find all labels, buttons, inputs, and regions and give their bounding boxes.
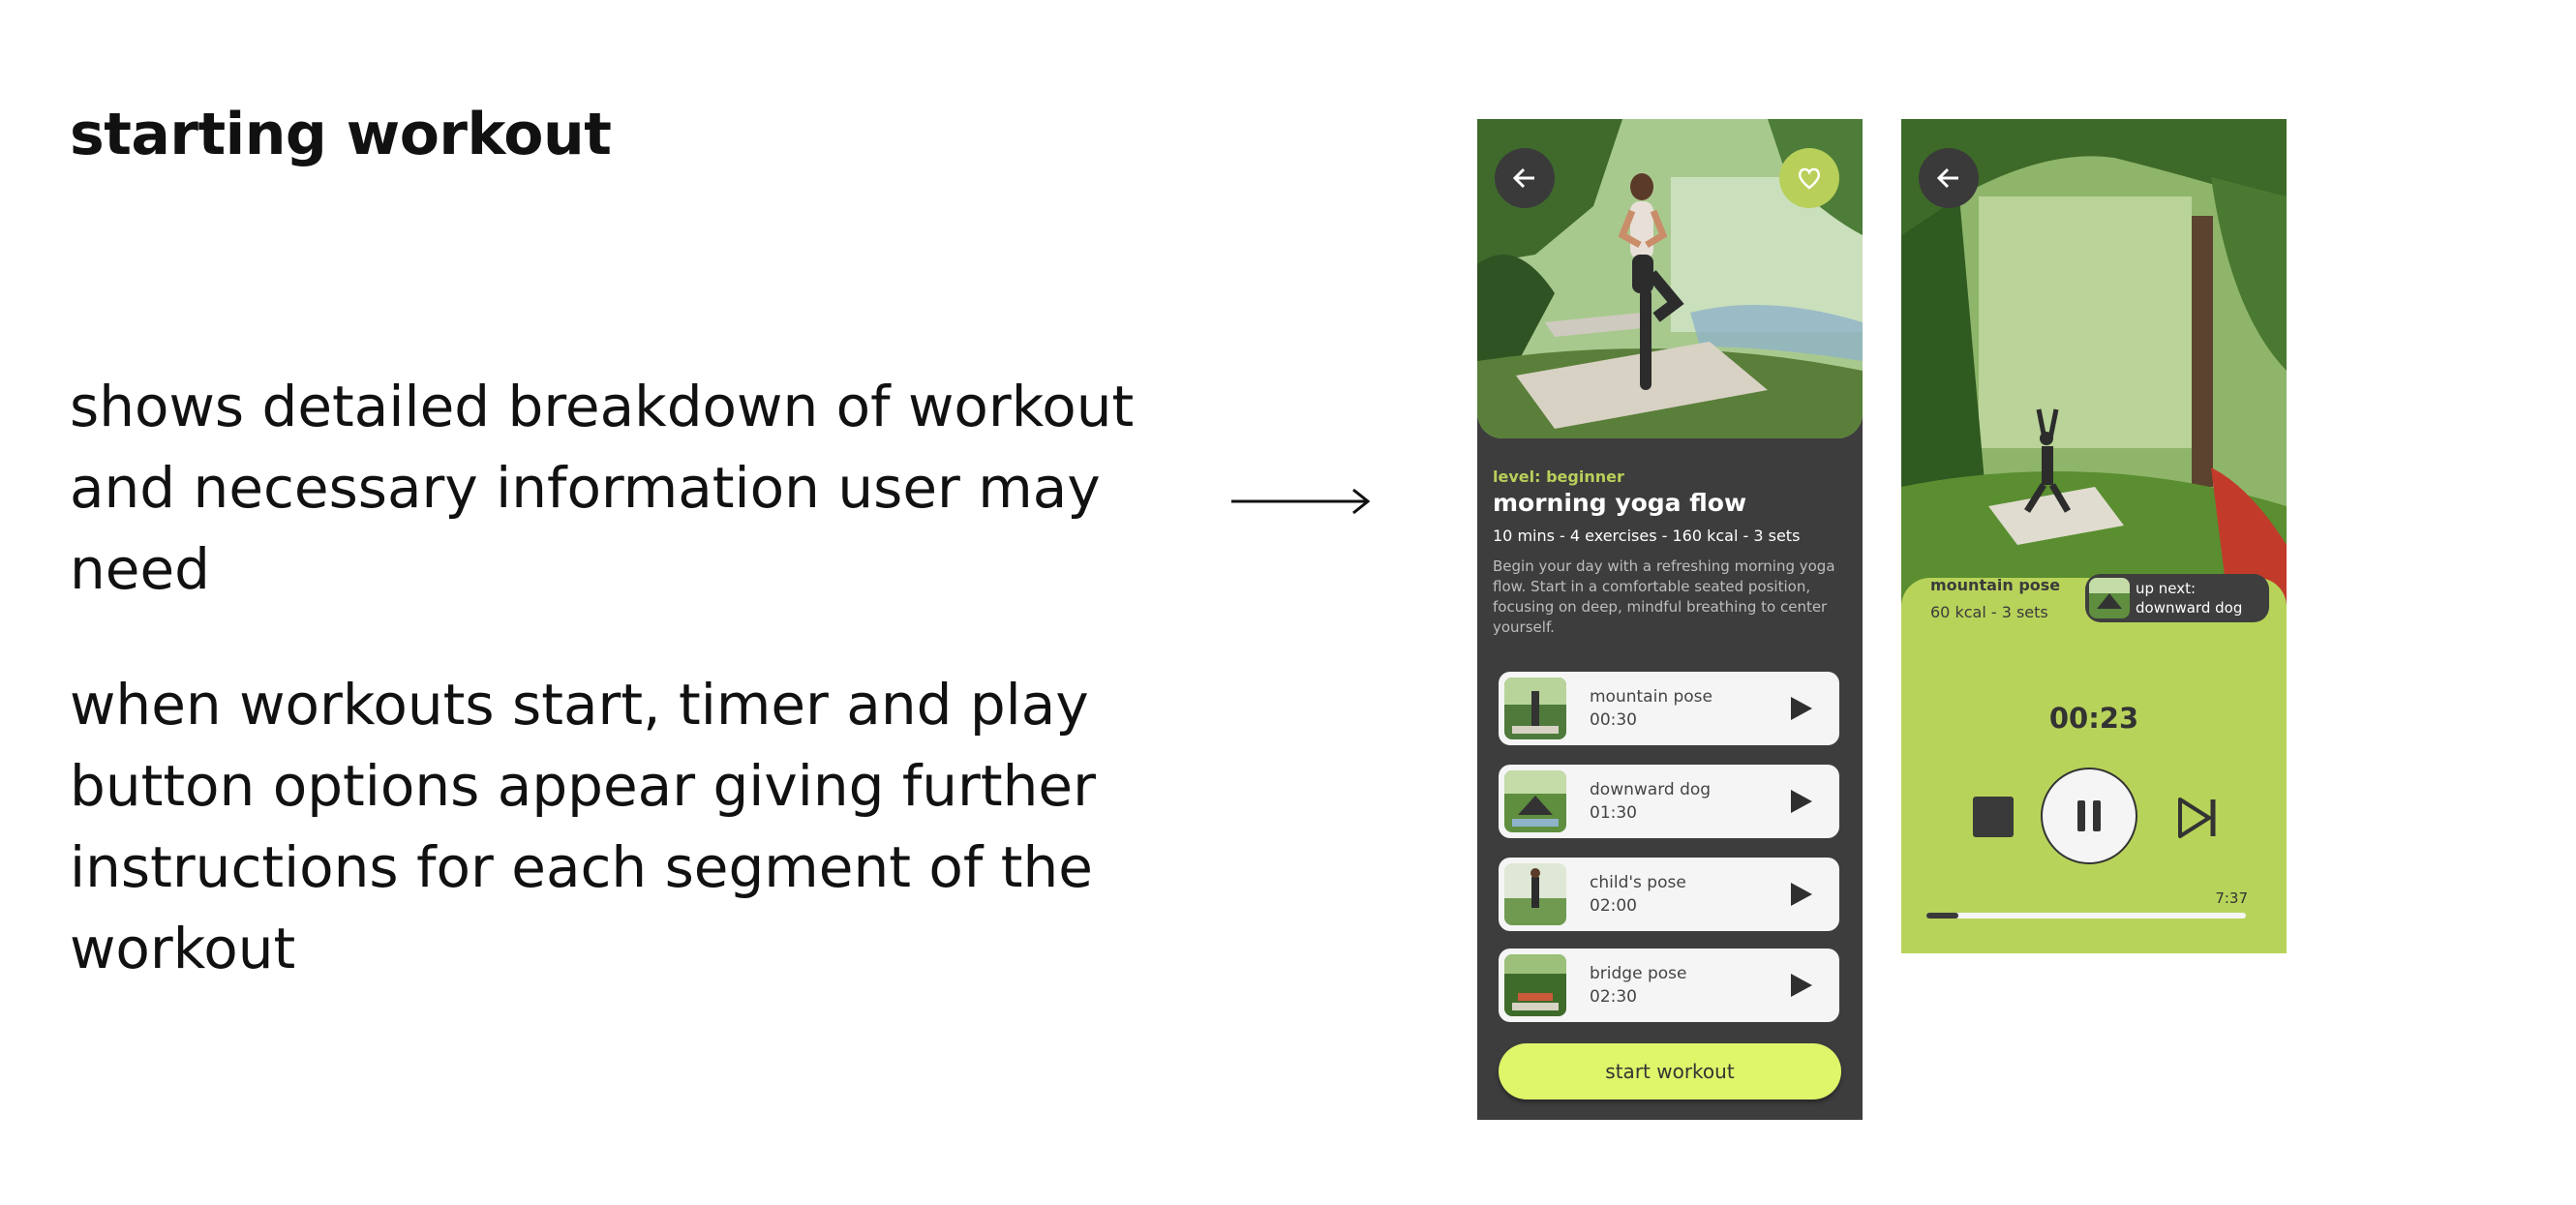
- back-button[interactable]: [1919, 148, 1979, 208]
- exercise-thumbnail: [1504, 678, 1566, 739]
- skip-next-icon[interactable]: [2176, 797, 2219, 839]
- exercise-name: child's pose: [1590, 873, 1686, 892]
- back-button[interactable]: [1495, 148, 1555, 208]
- exercise-item[interactable]: mountain pose 00:30: [1499, 672, 1839, 745]
- exercise-thumbnail: [1504, 863, 1566, 925]
- up-next-thumbnail: [2089, 578, 2130, 618]
- exercise-thumbnail: [1504, 770, 1566, 832]
- exercise-duration: 02:30: [1590, 987, 1637, 1007]
- play-icon[interactable]: [1787, 881, 1814, 908]
- progress-fill: [1926, 913, 1958, 919]
- flow-arrow-icon: [1231, 488, 1371, 515]
- play-icon[interactable]: [1787, 972, 1814, 999]
- workout-timer: 00:23: [2048, 702, 2139, 735]
- difficulty-level: level: beginner: [1493, 467, 1624, 486]
- exercise-thumbnail: [1504, 954, 1566, 1016]
- exercise-duration: 00:30: [1590, 710, 1637, 730]
- exercise-name: bridge pose: [1590, 964, 1687, 983]
- play-icon[interactable]: [1787, 695, 1814, 722]
- start-workout-button[interactable]: start workout: [1499, 1043, 1841, 1100]
- total-duration: 7:37: [2215, 889, 2248, 907]
- pause-icon: [2077, 800, 2101, 831]
- arrow-left-icon: [1512, 167, 1534, 189]
- pause-button[interactable]: [2041, 768, 2137, 864]
- progress-bar[interactable]: [1926, 913, 2246, 919]
- play-icon[interactable]: [1787, 788, 1814, 815]
- workout-detail-screen: level: beginner morning yoga flow 10 min…: [1477, 119, 1863, 1120]
- current-pose-meta: 60 kcal - 3 sets: [1930, 603, 2048, 621]
- arrow-left-icon: [1936, 167, 1958, 189]
- workout-description: Begin your day with a refreshing morning…: [1493, 557, 1835, 636]
- stop-button[interactable]: [1973, 797, 2014, 837]
- current-pose-name: mountain pose: [1930, 576, 2061, 594]
- up-next-label: up next:: [2136, 580, 2197, 597]
- exercise-name: downward dog: [1590, 780, 1712, 799]
- heart-icon: [1798, 167, 1821, 190]
- workout-title: morning yoga flow: [1493, 489, 1747, 517]
- favorite-button[interactable]: [1779, 148, 1839, 208]
- up-next-exercise: downward dog: [2136, 599, 2243, 617]
- up-next-card[interactable]: up next: downward dog: [2085, 574, 2269, 622]
- workout-meta: 10 mins - 4 exercises - 160 kcal - 3 set…: [1493, 527, 1801, 545]
- exercise-item[interactable]: downward dog 01:30: [1499, 765, 1839, 838]
- description-detail: shows detailed breakdown of workout and …: [70, 374, 1135, 602]
- description-timer: when workouts start, timer and play butt…: [70, 672, 1096, 981]
- exercise-duration: 02:00: [1590, 896, 1637, 916]
- page-heading: starting workout: [70, 101, 612, 168]
- workout-player-screen: mountain pose 60 kcal - 3 sets up next: …: [1901, 119, 2287, 953]
- exercise-name: mountain pose: [1590, 687, 1713, 707]
- exercise-duration: 01:30: [1590, 803, 1637, 823]
- exercise-item[interactable]: bridge pose 02:30: [1499, 949, 1839, 1022]
- exercise-item[interactable]: child's pose 02:00: [1499, 858, 1839, 931]
